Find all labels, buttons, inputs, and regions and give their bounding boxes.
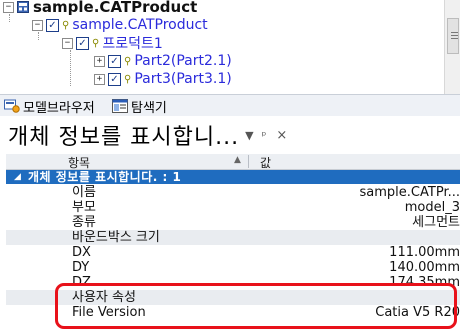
part-node-icon: ⚲	[124, 55, 132, 67]
property-value: 세그먼트	[412, 215, 460, 230]
tree-item-label: Part2(Part2.1)	[134, 53, 232, 69]
pin-icon[interactable]: ᵖ	[262, 129, 267, 142]
collapse-icon[interactable]: −	[32, 19, 43, 31]
property-row-dy[interactable]: DY 140.00mm	[6, 260, 460, 275]
highlight-box	[55, 283, 457, 329]
tree-root-label: sample.CATProduct	[33, 0, 198, 16]
product-icon	[17, 1, 29, 13]
property-value: sample.CATPr...	[359, 185, 460, 200]
tree-item-label: 프로덕트1	[102, 36, 163, 52]
expand-icon[interactable]: +	[94, 55, 105, 67]
tab-label: 모델브라우저	[23, 100, 95, 116]
tab-label: 탐색기	[131, 100, 167, 116]
property-key: DX	[72, 245, 91, 260]
model-browser-icon	[4, 99, 20, 113]
property-key: 종류	[72, 215, 96, 230]
grid-header: 항목 ▲ 값	[6, 154, 460, 170]
property-row-parent[interactable]: 부모 model_3	[6, 200, 460, 215]
product-node-icon: ⚲	[92, 37, 100, 49]
property-key: 이름	[72, 185, 96, 200]
tree-item-label: Part3(Part3.1)	[134, 71, 232, 87]
sort-ascending-icon: ▲	[234, 155, 241, 165]
property-key: 부모	[72, 200, 96, 215]
tab-model-browser[interactable]: 모델브라우저	[4, 95, 95, 117]
tree-item-product[interactable]: − ✓ ⚲ sample.CATProduct	[32, 16, 208, 34]
expand-icon[interactable]: +	[94, 73, 105, 85]
panel-title: 개체 정보를 표시합니...	[8, 125, 240, 150]
collapse-icon[interactable]: −	[62, 37, 73, 49]
tab-explorer[interactable]: 탐색기	[112, 95, 167, 117]
close-icon[interactable]: ×	[276, 128, 287, 143]
tree-item-part2[interactable]: + ✓ ⚲ Part2(Part2.1)	[94, 52, 232, 70]
tree-item-label: sample.CATProduct	[72, 17, 208, 33]
checkbox-icon[interactable]: ✓	[108, 72, 121, 86]
subcategory-label: 바운드박스 크기	[72, 230, 160, 245]
product-node-icon: ⚲	[62, 19, 70, 31]
checkbox-icon[interactable]: ✓	[108, 54, 121, 68]
property-value: 111.00mm	[389, 245, 460, 260]
subcategory-row-bounding-box[interactable]: 바운드박스 크기	[6, 230, 460, 245]
panel-header: 개체 정보를 표시합니... ▼ ᵖ ×	[0, 116, 460, 154]
part-node-icon: ⚲	[124, 73, 132, 85]
property-key: DY	[72, 260, 90, 275]
grip-line	[451, 38, 458, 39]
tree-item-root[interactable]: − sample.CATProduct	[3, 0, 197, 16]
tree-scrollbar[interactable]	[444, 0, 460, 94]
checkbox-icon[interactable]: ✓	[76, 36, 89, 50]
column-header-value[interactable]: 값	[260, 154, 271, 171]
tree-connector	[70, 50, 71, 86]
column-header-item[interactable]: 항목	[68, 154, 90, 171]
property-row-dx[interactable]: DX 111.00mm	[6, 245, 460, 260]
checkbox-icon[interactable]: ✓	[46, 18, 59, 32]
column-divider[interactable]	[248, 155, 249, 168]
explorer-icon	[112, 99, 128, 113]
tree-item-subproduct[interactable]: − ✓ ⚲ 프로덕트1	[62, 34, 163, 52]
collapse-triangle-icon[interactable]: ◢	[14, 170, 21, 184]
grip-line	[451, 35, 458, 36]
collapse-icon[interactable]: −	[3, 1, 14, 13]
property-row-type[interactable]: 종류 세그먼트	[6, 215, 460, 230]
category-label: 개체 정보를 표시합니다. : 1	[28, 170, 182, 184]
scroll-thumb[interactable]	[447, 18, 459, 54]
grip-line	[451, 32, 458, 33]
property-row-name[interactable]: 이름 sample.CATPr...	[6, 185, 460, 200]
property-value: model_3	[404, 200, 460, 215]
tree-item-part3[interactable]: + ✓ ⚲ Part3(Part3.1)	[94, 70, 232, 88]
property-value: 140.00mm	[389, 260, 460, 275]
dropdown-icon[interactable]: ▼	[245, 129, 253, 142]
tab-bar: 모델브라우저 탐색기	[0, 94, 460, 118]
product-tree: − sample.CATProduct − ✓ ⚲ sample.CATProd…	[0, 0, 460, 94]
category-row[interactable]: ◢ 개체 정보를 표시합니다. : 1	[6, 170, 460, 184]
